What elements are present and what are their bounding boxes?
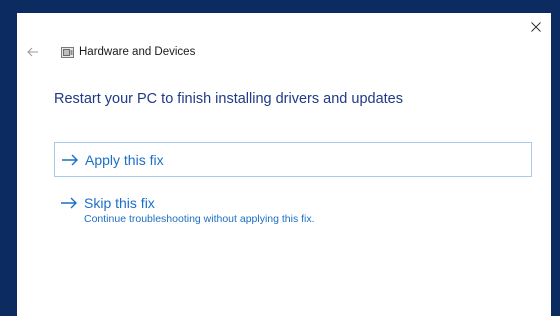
window-title: Hardware and Devices [79, 46, 196, 58]
title-bar: Hardware and Devices [17, 42, 195, 62]
right-arrow-icon [60, 196, 80, 210]
apply-fix-label: Apply this fix [85, 151, 164, 168]
page-heading: Restart your PC to finish installing dri… [54, 91, 403, 107]
back-arrow-icon [27, 47, 38, 57]
troubleshooter-window: Hardware and Devices Restart your PC to … [17, 13, 551, 316]
skip-fix-description: Continue troubleshooting without applyin… [84, 213, 315, 225]
close-button[interactable] [525, 17, 547, 37]
close-icon [531, 22, 541, 32]
skip-fix-option[interactable]: Skip this fix Continue troubleshooting w… [54, 194, 532, 228]
apply-fix-option[interactable]: Apply this fix [54, 142, 532, 177]
hardware-devices-icon [61, 46, 74, 58]
right-arrow-icon [61, 153, 81, 167]
skip-fix-label: Skip this fix [84, 195, 155, 211]
desktop-background: Hardware and Devices Restart your PC to … [0, 0, 560, 316]
back-button[interactable] [21, 42, 45, 62]
